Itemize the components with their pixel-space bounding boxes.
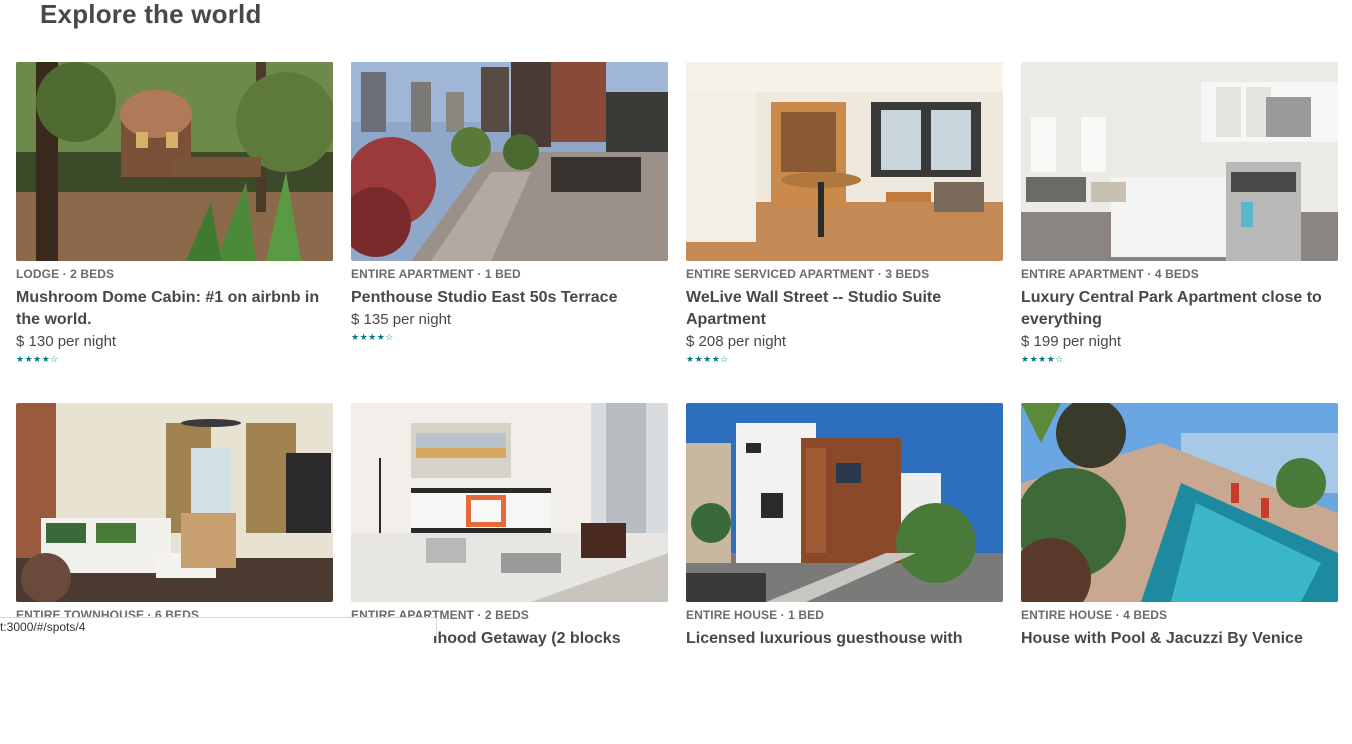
listing-photo[interactable] (1021, 403, 1338, 602)
listing-card[interactable]: ENTIRE TOWNHOUSE · 6 BEDS (16, 403, 333, 744)
star-icon: ★★★★ (16, 354, 51, 364)
listing-title[interactable]: WeLive Wall Street -- Studio Suite Apart… (686, 287, 996, 331)
listing-title[interactable]: Licensed luxurious guesthouse with (686, 628, 996, 650)
listing-title[interactable]: House with Pool & Jacuzzi By Venice (1021, 628, 1331, 650)
listing-price: $ 130 per night (16, 333, 117, 350)
listing-meta: ENTIRE HOUSE · 4 BEDS (1021, 608, 1168, 622)
listing-card[interactable]: ENTIRE SERVICED APARTMENT · 3 BEDS WeLiv… (686, 62, 1003, 403)
page-title: Explore the world (40, 0, 262, 29)
listing-meta: ENTIRE HOUSE · 1 BED (686, 608, 825, 622)
listing-price: $ 135 per night (351, 311, 452, 328)
listing-price: $ 199 per night (1021, 333, 1122, 350)
listing-photo[interactable] (351, 403, 668, 602)
listing-photo[interactable] (1021, 62, 1338, 261)
listing-title[interactable]: Luxury Central Park Apartment close to e… (1021, 287, 1331, 331)
star-empty-icon: ☆ (50, 354, 59, 364)
listing-meta: ENTIRE APARTMENT · 1 BED (351, 267, 521, 281)
listing-meta: ENTIRE SERVICED APARTMENT · 3 BEDS (686, 267, 930, 281)
listing-card[interactable]: ENTIRE APARTMENT · 4 BEDS Luxury Central… (1021, 62, 1338, 403)
listing-photo[interactable] (16, 62, 333, 261)
rating-stars: ★★★★☆ (686, 353, 1003, 365)
listing-meta: LODGE · 2 BEDS (16, 267, 115, 281)
star-empty-icon: ☆ (1055, 354, 1064, 364)
listing-title[interactable]: Penthouse Studio East 50s Terrace (351, 287, 661, 309)
star-icon: ★★★★ (1021, 354, 1056, 364)
star-empty-icon: ☆ (720, 354, 729, 364)
listing-photo[interactable] (351, 62, 668, 261)
rating-stars: ★★★★☆ (351, 331, 668, 343)
listing-grid: LODGE · 2 BEDS Mushroom Dome Cabin: #1 o… (16, 62, 1338, 744)
star-icon: ★★★★ (686, 354, 721, 364)
listing-photo[interactable] (686, 62, 1003, 261)
listing-card[interactable]: LODGE · 2 BEDS Mushroom Dome Cabin: #1 o… (16, 62, 333, 403)
listing-card[interactable]: ENTIRE HOUSE · 1 BED Licensed luxurious … (686, 403, 1003, 744)
browser-status-bar: t:3000/#/spots/4 (0, 617, 437, 636)
listing-photo[interactable] (686, 403, 1003, 602)
listing-title[interactable]: Mushroom Dome Cabin: #1 on airbnb in the… (16, 287, 326, 331)
rating-stars: ★★★★☆ (16, 353, 333, 365)
listing-price: $ 208 per night (686, 333, 787, 350)
listing-meta: ENTIRE APARTMENT · 4 BEDS (1021, 267, 1199, 281)
listing-card[interactable]: ENTIRE APARTMENT · 1 BED Penthouse Studi… (351, 62, 668, 403)
star-icon: ★★★★ (351, 332, 386, 342)
listing-photo[interactable] (16, 403, 333, 602)
star-empty-icon: ☆ (385, 332, 394, 342)
listing-card[interactable]: ENTIRE HOUSE · 4 BEDS House with Pool & … (1021, 403, 1338, 744)
rating-stars: ★★★★☆ (1021, 353, 1338, 365)
listing-card[interactable]: ENTIRE APARTMENT · 2 BEDS lhood Getaway … (351, 403, 668, 744)
